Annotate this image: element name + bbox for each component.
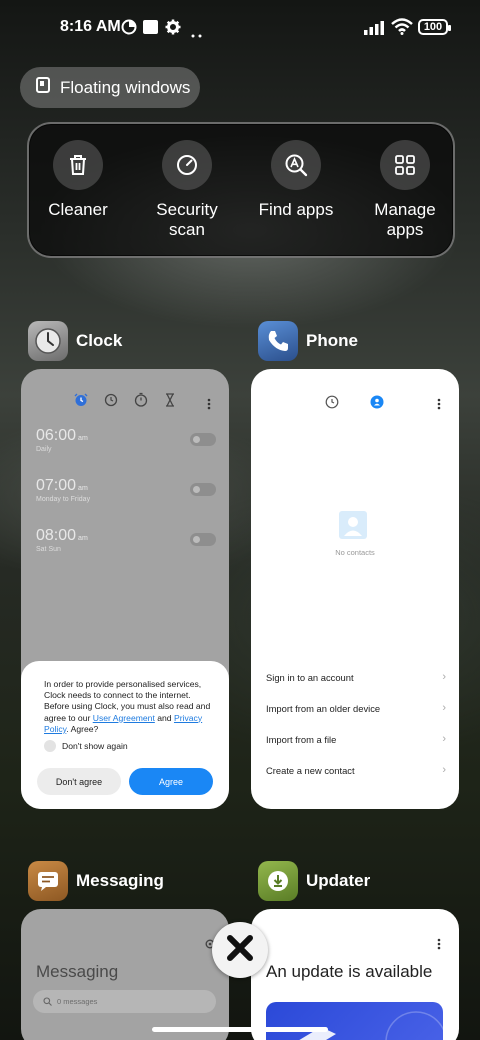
data-saver-icon	[121, 19, 137, 40]
alarm-toggle[interactable]	[190, 533, 216, 546]
updater-app-name: Updater	[306, 871, 371, 890]
find-apps-label: Find apps	[258, 200, 334, 219]
chevron-right-icon: ›	[442, 733, 446, 745]
messaging-title: Messaging	[36, 962, 119, 981]
messaging-app-name: Messaging	[76, 871, 164, 890]
alarm-repeat: Monday to Friday	[36, 496, 91, 503]
messaging-app-card[interactable]: Messaging 0 messages	[21, 909, 229, 1040]
contact-placeholder-icon	[339, 511, 367, 544]
checkbox-circle-icon	[44, 740, 56, 752]
updater-more-icon[interactable]	[437, 937, 441, 955]
stopwatch-tab-icon[interactable]	[134, 392, 148, 412]
floating-windows-button[interactable]: Floating windows	[20, 67, 200, 108]
updater-app-header[interactable]: Updater	[258, 861, 370, 901]
update-banner-image	[266, 1002, 447, 1040]
trash-icon	[53, 140, 103, 190]
more-dots-icon	[191, 25, 203, 43]
messaging-search-placeholder: 0 messages	[57, 997, 98, 1006]
clock-app-card[interactable]: 06:00 am Daily 07:00 am Monday to Friday 0…	[21, 369, 229, 809]
alarm-row[interactable]: 08:00 am Sat Sun	[36, 527, 216, 553]
phone-app-card[interactable]: No contacts Sign in to an account › Impor…	[251, 369, 459, 809]
dont-show-again-label: Don't show again	[62, 741, 128, 751]
timer-tab-icon[interactable]	[164, 393, 176, 412]
close-icon	[225, 933, 255, 968]
messaging-search-input[interactable]: 0 messages	[33, 990, 216, 1013]
phone-app-name: Phone	[306, 331, 358, 350]
battery-icon: 100	[418, 19, 451, 35]
phone-app-header[interactable]: Phone	[258, 321, 358, 361]
chevron-right-icon: ›	[442, 764, 446, 776]
security-scan-icon	[162, 140, 212, 190]
alarm-toggle[interactable]	[190, 483, 216, 496]
search-icon	[43, 993, 52, 1011]
alarm-time: 07:00 am	[36, 477, 88, 494]
security-scan-button[interactable]: Security scan	[132, 140, 242, 240]
consent-text: In order to provide personalised service…	[44, 679, 211, 734]
settings-gear-icon	[165, 19, 181, 40]
status-bar: 8:16 AM 100	[0, 0, 480, 56]
signal-icon	[364, 21, 386, 40]
updater-app-icon	[258, 861, 298, 901]
clock-app-header[interactable]: Clock	[28, 321, 122, 361]
alarm-repeat: Sat Sun	[36, 546, 61, 553]
security-scan-label: Security scan	[156, 200, 218, 239]
alarm-row[interactable]: 06:00 am Daily	[36, 427, 216, 453]
dont-show-again-checkbox[interactable]: Don't show again	[44, 740, 128, 752]
messaging-app-icon	[28, 861, 68, 901]
floating-windows-label: Floating windows	[60, 77, 191, 97]
contacts-tab-icon[interactable]	[370, 395, 384, 414]
update-title: An update is available	[266, 962, 433, 981]
recents-tab-icon[interactable]	[325, 395, 339, 414]
alarm-row[interactable]: 07:00 am Monday to Friday	[36, 477, 216, 503]
find-apps-icon	[271, 140, 321, 190]
status-time: 8:16 AM	[60, 18, 121, 35]
consent-dialog: In order to provide personalised service…	[21, 661, 229, 809]
cleaner-button[interactable]: Cleaner	[23, 140, 133, 220]
dont-agree-button[interactable]: Don't agree	[37, 768, 121, 795]
home-indicator[interactable]	[152, 1027, 328, 1032]
user-agreement-link[interactable]: User Agreement	[93, 713, 155, 723]
agree-button[interactable]: Agree	[129, 768, 213, 795]
clear-all-button[interactable]	[212, 922, 268, 978]
phone-more-icon[interactable]	[437, 397, 441, 415]
phone-option-create-contact[interactable]: Create a new contact ›	[266, 764, 446, 776]
chevron-right-icon: ›	[442, 702, 446, 714]
alarm-time: 06:00 am	[36, 427, 88, 444]
floating-window-icon	[36, 77, 50, 98]
phone-option-import-file[interactable]: Import from a file ›	[266, 733, 446, 745]
alarm-time: 08:00 am	[36, 527, 88, 544]
updater-app-card[interactable]: An update is available	[251, 909, 459, 1040]
manage-apps-label: Manage apps	[374, 200, 436, 239]
clock-app-name: Clock	[76, 331, 123, 350]
clock-more-icon[interactable]	[207, 397, 211, 415]
alarm-repeat: Daily	[36, 446, 52, 453]
no-contacts-text: No contacts	[335, 548, 375, 557]
alarm-tab-icon[interactable]	[74, 393, 88, 412]
world-clock-tab-icon[interactable]	[104, 393, 118, 412]
messaging-app-header[interactable]: Messaging	[28, 861, 164, 901]
find-apps-button[interactable]: Find apps	[241, 140, 351, 220]
quick-actions-panel: Cleaner Security scan Find apps Manage app…	[27, 122, 455, 258]
notification-square-icon	[143, 19, 158, 40]
manage-apps-button[interactable]: Manage apps	[350, 140, 460, 240]
wifi-icon	[391, 18, 413, 40]
alarm-toggle[interactable]	[190, 433, 216, 446]
grid-icon	[380, 140, 430, 190]
chevron-right-icon: ›	[442, 671, 446, 683]
cleaner-label: Cleaner	[48, 200, 108, 219]
phone-option-sign-in[interactable]: Sign in to an account ›	[266, 671, 446, 683]
phone-app-icon	[258, 321, 298, 361]
phone-option-import-device[interactable]: Import from an older device ›	[266, 702, 446, 714]
clock-app-icon	[28, 321, 68, 361]
